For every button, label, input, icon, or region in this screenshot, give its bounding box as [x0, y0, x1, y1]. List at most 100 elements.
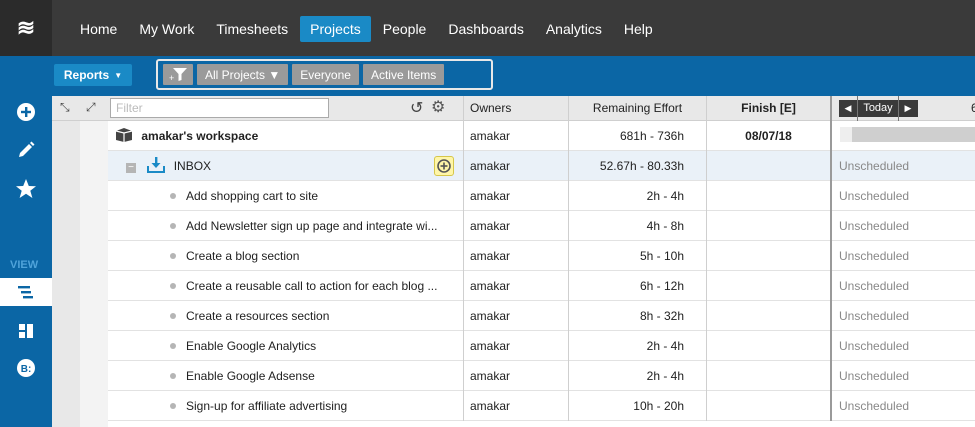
gantt-bar — [840, 127, 975, 142]
workspace-row[interactable]: amakar's workspace amakar 681h - 736h 08… — [108, 121, 975, 151]
finish-cell — [706, 181, 830, 211]
nav-help[interactable]: Help — [614, 16, 663, 42]
workspace-name: amakar's workspace — [141, 129, 259, 143]
table-row[interactable]: Add Newsletter sign up page and integrat… — [108, 211, 975, 241]
inbox-name: INBOX — [173, 159, 212, 173]
gantt-cell: Unscheduled — [830, 241, 975, 271]
add-circle-icon[interactable] — [0, 102, 52, 122]
next-arrow-icon[interactable]: ▶ — [899, 96, 917, 121]
board-view-icon[interactable] — [0, 322, 52, 340]
nav-people[interactable]: People — [373, 16, 437, 42]
gantt-cell: Unscheduled — [830, 361, 975, 391]
owner-cell: amakar — [463, 361, 568, 391]
effort-cell: 10h - 20h — [568, 391, 706, 421]
owner-cell: amakar — [463, 301, 568, 331]
gantt-cell: Unscheduled — [830, 301, 975, 331]
gantt-cell: Unscheduled — [830, 211, 975, 241]
refresh-icon[interactable]: ↺ — [410, 98, 423, 118]
finish-cell — [706, 151, 830, 181]
active-items-filter[interactable]: Active Items — [362, 64, 445, 85]
reports-label: Reports — [63, 68, 110, 82]
main-nav: Home My Work Timesheets Projects People … — [70, 16, 665, 42]
everyone-filter[interactable]: Everyone — [292, 64, 359, 85]
nav-projects[interactable]: Projects — [300, 16, 371, 42]
gantt-cell: Unscheduled — [830, 391, 975, 421]
row-gutter — [52, 121, 80, 427]
view-section-label: VIEW — [10, 259, 39, 271]
gantt-cell: Unscheduled — [830, 151, 975, 181]
table-row[interactable]: Create a reusable call to action for eac… — [108, 271, 975, 301]
table-row[interactable]: Sign-up for affiliate advertising amakar… — [108, 391, 975, 421]
nav-home[interactable]: Home — [70, 16, 127, 42]
finish-cell — [706, 241, 830, 271]
finish-header[interactable]: Finish [E] — [706, 96, 830, 121]
workspace-name-cell: amakar's workspace — [108, 121, 463, 151]
effort-cell: 681h - 736h — [568, 121, 706, 151]
svg-text:B:: B: — [21, 364, 32, 375]
all-projects-filter[interactable]: All Projects ▼ — [197, 64, 289, 85]
star-icon[interactable] — [0, 178, 52, 200]
filter-group: + All Projects ▼ Everyone Active Items — [156, 59, 493, 90]
effort-cell: 8h - 32h — [568, 301, 706, 331]
prev-arrow-icon[interactable]: ◀ — [839, 96, 857, 121]
inbox-icon — [147, 157, 166, 173]
task-name: Create a blog section — [186, 249, 300, 263]
task-name: Add shopping cart to site — [186, 189, 319, 203]
finish-cell — [706, 271, 830, 301]
table-row[interactable]: Enable Google Analytics amakar 2h - 4h U… — [108, 331, 975, 361]
owner-cell: amakar — [463, 181, 568, 211]
bullet-icon — [170, 373, 176, 379]
nav-timesheets[interactable]: Timesheets — [206, 16, 298, 42]
nav-dashboards[interactable]: Dashboards — [438, 16, 534, 42]
svg-text:+: + — [169, 73, 174, 82]
list-view-icon[interactable] — [0, 284, 52, 300]
effort-cell: 2h - 4h — [568, 331, 706, 361]
bullet-icon — [170, 313, 176, 319]
pencil-icon[interactable] — [0, 140, 52, 160]
task-name-cell: Create a blog section — [108, 241, 463, 271]
effort-cell: 5h - 10h — [568, 241, 706, 271]
task-name: Sign-up for affiliate advertising — [186, 399, 348, 413]
owner-cell: amakar — [463, 151, 568, 181]
filter-input[interactable]: Filter — [110, 98, 329, 118]
finish-cell — [706, 331, 830, 361]
workspace-box-icon — [115, 128, 133, 142]
gantt-header: ◀ Today ▶ 6 — [830, 96, 975, 121]
bullet-icon — [170, 283, 176, 289]
expand-all-icon[interactable]: ⤢ — [86, 100, 96, 115]
owner-cell: amakar — [463, 331, 568, 361]
effort-cell: 6h - 12h — [568, 271, 706, 301]
bullet-icon — [170, 253, 176, 259]
effort-cell: 2h - 4h — [568, 181, 706, 211]
owners-header[interactable]: Owners — [463, 96, 568, 121]
collapse-toggle-icon[interactable]: − — [126, 163, 136, 173]
task-name-cell: Sign-up for affiliate advertising — [108, 391, 463, 421]
add-item-icon[interactable] — [434, 156, 454, 176]
app-logo-icon[interactable]: ≋ — [0, 0, 52, 56]
table-row[interactable]: Create a resources section amakar 8h - 3… — [108, 301, 975, 331]
settings-gear-icon[interactable]: ⚙ — [431, 97, 445, 117]
table-row[interactable]: Add shopping cart to site amakar 2h - 4h… — [108, 181, 975, 211]
gantt-cell — [830, 121, 975, 151]
table-row[interactable]: Create a blog section amakar 5h - 10h Un… — [108, 241, 975, 271]
task-name: Enable Google Adsense — [186, 369, 315, 383]
task-name: Enable Google Analytics — [186, 339, 317, 353]
nav-analytics[interactable]: Analytics — [536, 16, 612, 42]
remaining-effort-header[interactable]: Remaining Effort — [568, 96, 706, 121]
row-gutter-2 — [80, 121, 108, 427]
beta-view-icon[interactable]: B: — [0, 358, 52, 378]
owner-cell: amakar — [463, 121, 568, 151]
add-filter-button[interactable]: + — [163, 64, 193, 85]
table-row[interactable]: Enable Google Adsense amakar 2h - 4h Uns… — [108, 361, 975, 391]
today-button[interactable]: Today — [857, 96, 899, 121]
task-name-cell: Create a resources section — [108, 301, 463, 331]
top-nav-bar: ≋ Home My Work Timesheets Projects Peopl… — [0, 0, 975, 56]
gantt-cell: Unscheduled — [830, 271, 975, 301]
collapse-all-icon[interactable]: ⤡ — [60, 100, 70, 115]
timeline-date-label: 6 — [971, 101, 975, 115]
reports-dropdown-button[interactable]: Reports ▼ — [54, 64, 132, 86]
bullet-icon — [170, 343, 176, 349]
nav-my-work[interactable]: My Work — [129, 16, 204, 42]
inbox-row[interactable]: − INBOX amakar 52.67h - 80.33h Unschedul… — [108, 151, 975, 181]
finish-cell — [706, 361, 830, 391]
